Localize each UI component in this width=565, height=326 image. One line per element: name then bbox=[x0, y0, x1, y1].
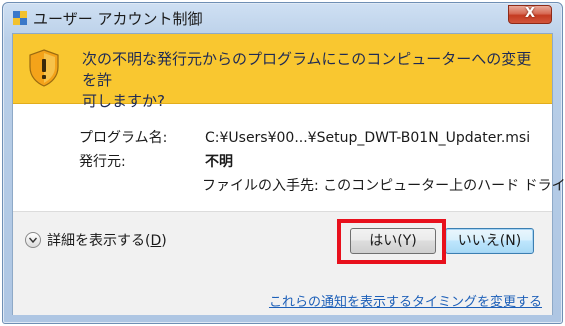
dialog-body: 次の不明な発行元からのプログラムにこのコンピューターへの変更を許 可しますか? … bbox=[12, 33, 565, 315]
show-details-accesskey: D bbox=[150, 233, 162, 249]
show-details-toggle[interactable]: 詳細を表示する(D) bbox=[25, 231, 167, 251]
program-name-label: プログラム名: bbox=[79, 130, 168, 146]
warning-banner: 次の不明な発行元からのプログラムにこのコンピューターへの変更を許 可しますか? bbox=[13, 34, 552, 110]
show-details-label-end: ) bbox=[161, 233, 167, 249]
publisher-value: 不明 bbox=[205, 154, 233, 170]
close-button[interactable]: X bbox=[508, 5, 552, 24]
yes-button-highlight-box bbox=[337, 219, 446, 264]
program-name-value: C:¥Users¥00...¥Setup_DWT-B01N_Updater.ms… bbox=[205, 130, 531, 146]
warning-shield-icon bbox=[28, 49, 60, 87]
title-bar[interactable]: ユーザー アカウント制御 X bbox=[3, 3, 562, 33]
chevron-down-icon bbox=[25, 232, 41, 248]
banner-message-line1: 次の不明な発行元からのプログラムにこのコンピューターへの変更を許 bbox=[82, 50, 532, 89]
uac-dialog-window: ユーザー アカウント制御 X 次の不明な発行元からのプログラムにこのコンピュータ… bbox=[2, 2, 565, 324]
show-details-label: 詳細を表示する( bbox=[47, 233, 151, 249]
dialog-footer: 詳細を表示する(D) はい(Y) いいえ(N) これらの通知を表示するタイミング… bbox=[13, 211, 552, 315]
file-origin-text: ファイルの入手先: このコンピューター上のハード ドライブ bbox=[202, 178, 565, 194]
publisher-label: 発行元: bbox=[79, 154, 126, 170]
no-button[interactable]: いいえ(N) bbox=[445, 228, 534, 254]
notification-settings-link[interactable]: これらの通知を表示するタイミングを変更する bbox=[269, 291, 542, 310]
uac-shield-icon bbox=[12, 10, 28, 26]
banner-message-line2: 可しますか? bbox=[82, 92, 165, 110]
window-title: ユーザー アカウント制御 bbox=[33, 10, 203, 28]
banner-message: 次の不明な発行元からのプログラムにこのコンピューターへの変更を許 可しますか? bbox=[82, 49, 544, 112]
